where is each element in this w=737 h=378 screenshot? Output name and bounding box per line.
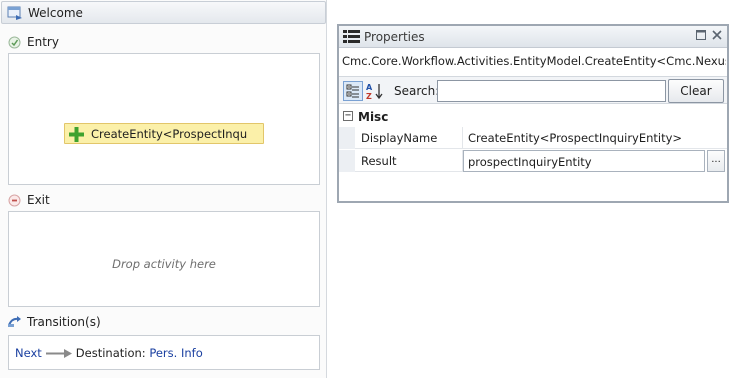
row-gutter	[339, 150, 355, 172]
drop-hint: Drop activity here	[112, 257, 216, 271]
alphabetical-sort-icon[interactable]: A Z	[365, 81, 385, 101]
transition-icon	[8, 316, 22, 331]
dock-icon[interactable]	[695, 30, 707, 42]
close-icon[interactable]	[711, 30, 723, 42]
property-name: Result	[355, 150, 463, 172]
properties-window: Properties Cmc.Core.Workflow.Activities.…	[337, 24, 729, 203]
property-row-displayname[interactable]: DisplayName CreateEntity<ProspectInquiry…	[339, 127, 727, 149]
transition-row[interactable]: Next Destination: Pers. Info	[15, 346, 203, 361]
ellipsis-button[interactable]: ...	[707, 150, 725, 172]
entry-activity[interactable]: CreateEntity<ProspectInqu	[64, 123, 264, 144]
properties-titlebar[interactable]: Properties	[339, 26, 727, 48]
property-value-input[interactable]: prospectInquiryEntity	[463, 150, 705, 172]
search-input[interactable]	[437, 80, 666, 102]
properties-icon	[343, 29, 360, 48]
property-row-result[interactable]: Result prospectInquiryEntity ...	[339, 150, 727, 172]
state-header[interactable]: Welcome	[1, 1, 326, 24]
activity-label: CreateEntity<ProspectInqu	[91, 127, 248, 141]
destination-link[interactable]: Pers. Info	[149, 346, 202, 360]
categorized-icon[interactable]	[343, 81, 363, 101]
transitions-label: Transition(s)	[27, 315, 101, 329]
category-misc[interactable]: − Misc	[339, 108, 727, 126]
property-value[interactable]: CreateEntity<ProspectInquiryEntity>	[463, 127, 727, 149]
arrow-icon	[45, 347, 72, 361]
properties-toolbar: A Z Search: Clear	[339, 76, 727, 104]
entry-label: Entry	[27, 35, 59, 49]
collapse-icon[interactable]: −	[343, 111, 353, 121]
property-name: DisplayName	[355, 127, 463, 149]
svg-text:A: A	[366, 83, 373, 92]
search-label: Search:	[394, 84, 440, 98]
state-icon	[7, 6, 23, 24]
entry-icon	[8, 36, 21, 52]
selected-object-type: Cmc.Core.Workflow.Activities.EntityModel…	[342, 54, 726, 68]
state-title: Welcome	[28, 6, 83, 20]
state-designer: Welcome Entry CreateEntity<ProspectInqu …	[0, 0, 327, 378]
entry-drop-area[interactable]: CreateEntity<ProspectInqu	[8, 53, 320, 185]
exit-drop-area[interactable]: Drop activity here	[8, 211, 320, 307]
exit-label: Exit	[27, 193, 50, 207]
transitions-area: Next Destination: Pers. Info	[8, 335, 320, 370]
row-gutter	[339, 127, 355, 149]
svg-text:Z: Z	[366, 92, 372, 101]
clear-button[interactable]: Clear	[668, 79, 724, 103]
properties-title: Properties	[364, 30, 425, 44]
exit-icon	[8, 194, 21, 210]
category-label: Misc	[358, 110, 389, 124]
destination-label: Destination:	[75, 346, 146, 360]
transition-name-link[interactable]: Next	[15, 346, 42, 360]
add-activity-icon	[69, 127, 84, 145]
